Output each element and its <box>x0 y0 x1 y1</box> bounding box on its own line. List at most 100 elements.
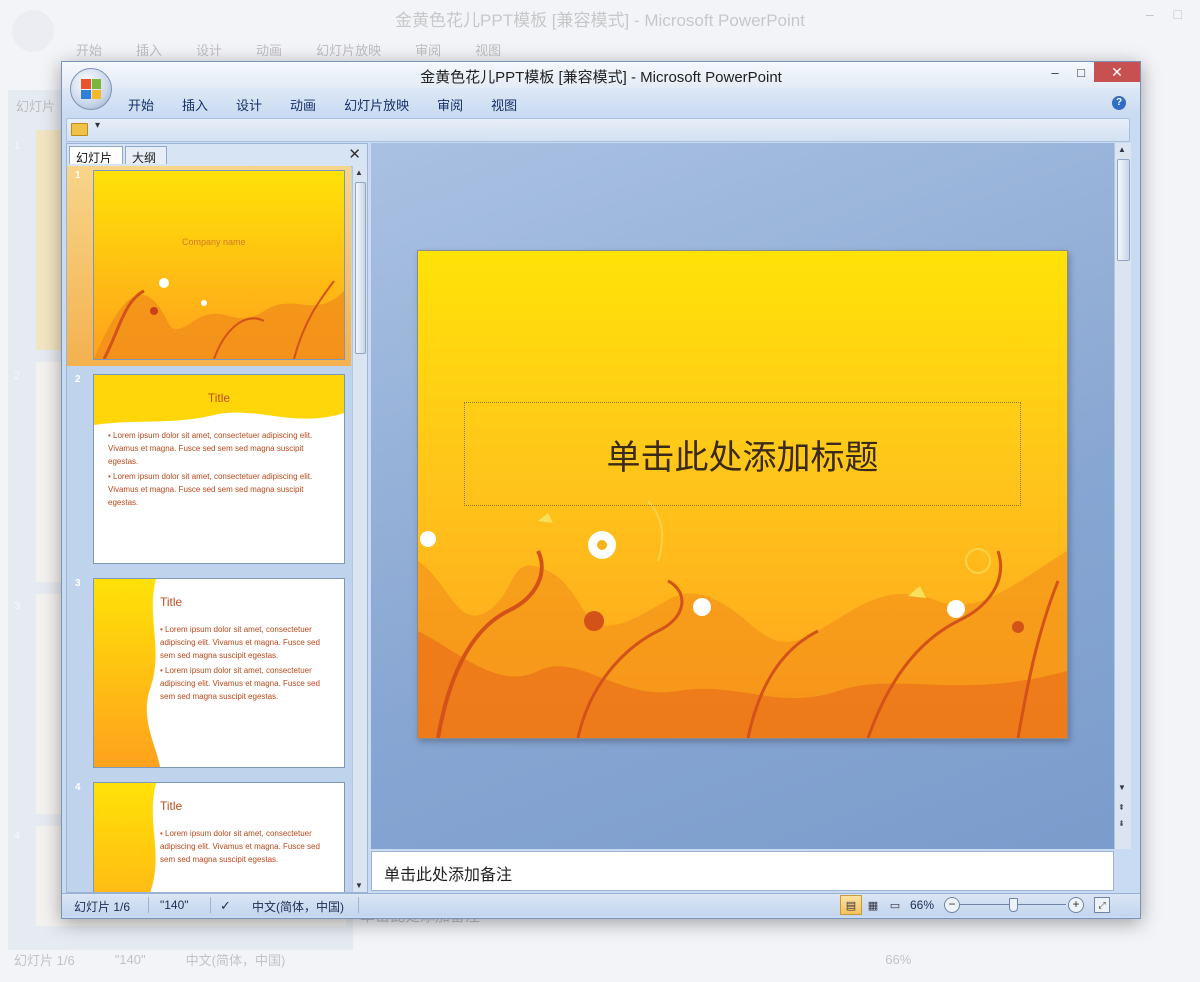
thumb-bullets: Lorem ipsum dolor sit amet, consectetuer… <box>160 827 330 866</box>
zoom-out-icon[interactable]: − <box>944 897 960 913</box>
slide-thumbnail[interactable]: Title Lorem ipsum dolor sit amet, consec… <box>93 374 345 564</box>
ribbon-tabs: 开始 插入 设计 动画 幻灯片放映 审阅 视图 ? <box>62 88 1140 116</box>
bg-slides-tab: 幻灯片 <box>16 99 56 114</box>
scrollbar-thumb[interactable] <box>355 182 366 354</box>
scroll-down-icon[interactable]: ▼ <box>355 881 363 890</box>
pane-tabs: 幻灯片 大纲 ✕ <box>67 144 367 167</box>
slides-pane: 幻灯片 大纲 ✕ 1 Company name 2 Title • Lorem … <box>66 143 368 893</box>
bg-menu-item: 幻灯片放映 <box>316 43 382 58</box>
tab-design[interactable]: 设计 <box>236 95 262 114</box>
tab-home[interactable]: 开始 <box>128 95 154 114</box>
fit-to-window-icon[interactable]: ⤢ <box>1094 897 1110 913</box>
status-bar: 幻灯片 1/6 "140" ✓ 中文(简体，中国) ▤ ▦ ▭ 66% − + … <box>62 893 1140 916</box>
slide-number: 1 <box>75 170 81 181</box>
thumb-side-band <box>94 783 156 892</box>
slide-thumbnail-row[interactable]: 2 Title Lorem ipsum dolor sit amet, cons… <box>67 370 351 570</box>
title-placeholder[interactable]: 单击此处添加标题 <box>464 402 1021 506</box>
status-divider <box>210 897 211 913</box>
minimize-button[interactable]: – <box>1042 62 1068 82</box>
slide-thumbnail[interactable]: Title Lorem ipsum dolor sit amet, consec… <box>93 782 345 892</box>
bg-menu: 开始 插入 设计 动画 幻灯片放映 审阅 视图 <box>76 40 501 59</box>
bg-office-logo <box>12 10 54 52</box>
bg-statusbar: 幻灯片 1/6 "140" 中文(简体，中国) 66% <box>0 946 1200 972</box>
bg-slide-number: 3 <box>14 600 21 612</box>
zoom-in-icon[interactable]: + <box>1068 897 1084 913</box>
office-button[interactable] <box>70 68 112 110</box>
thumb-floral-art <box>94 278 344 359</box>
open-folder-icon[interactable] <box>71 123 88 136</box>
tab-insert[interactable]: 插入 <box>182 95 208 114</box>
slide-thumbnail-row[interactable]: 4 Title Lorem ipsum dolor sit amet, cons… <box>67 778 351 892</box>
quick-access-toolbar: ▾ <box>66 118 1130 142</box>
current-slide[interactable]: 单击此处添加标题 <box>417 250 1068 739</box>
zoom-level[interactable]: 66% <box>910 898 934 912</box>
status-slide-info: 幻灯片 1/6 <box>74 900 131 914</box>
thumb-bullet: Lorem ipsum dolor sit amet, consectetuer… <box>108 470 330 509</box>
office-logo-icon <box>81 79 101 99</box>
scrollbar-thumb[interactable] <box>1117 159 1130 261</box>
view-buttons: ▤ ▦ ▭ <box>840 895 906 915</box>
tab-animation[interactable]: 动画 <box>290 95 316 114</box>
thumb-bullet: Lorem ipsum dolor sit amet, consectetuer… <box>160 623 330 662</box>
status-theme[interactable]: "140" <box>160 898 189 912</box>
tab-view[interactable]: 视图 <box>491 95 517 114</box>
window-title: 金黄色花儿PPT模板 [兼容模式] - Microsoft PowerPoint <box>420 69 782 86</box>
slides-pane-scrollbar[interactable]: ▲ ▼ <box>352 166 367 892</box>
bg-menu-item: 审阅 <box>415 43 442 58</box>
bg-status-language: 中文(简体，中国) <box>185 952 286 968</box>
slide-editing-area: 单击此处添加标题 <box>371 143 1114 849</box>
status-language[interactable]: 中文(简体，中国) <box>252 898 344 915</box>
bg-slide-number: 4 <box>14 830 21 842</box>
slideshow-view-icon[interactable]: ▭ <box>884 895 906 915</box>
tab-review[interactable]: 审阅 <box>437 95 463 114</box>
customize-toolbar-icon[interactable]: ▾ <box>95 120 100 131</box>
slide-sorter-icon[interactable]: ▦ <box>862 895 884 915</box>
powerpoint-window: 金黄色花儿PPT模板 [兼容模式] - Microsoft PowerPoint… <box>61 61 1141 919</box>
title-bar: 金黄色花儿PPT模板 [兼容模式] - Microsoft PowerPoint… <box>62 62 1140 88</box>
thumb-header-wave <box>94 375 344 425</box>
close-button[interactable]: ✕ <box>1094 62 1140 82</box>
zoom-slider-thumb[interactable] <box>1009 898 1018 912</box>
status-divider <box>358 897 359 913</box>
thumb-title: Title <box>160 595 183 609</box>
bg-menu-item: 开始 <box>76 43 103 58</box>
status-divider <box>148 897 149 913</box>
slide-number: 4 <box>75 782 81 793</box>
bg-menu-item: 插入 <box>136 43 163 58</box>
bg-status-zoom: 66% <box>885 951 912 967</box>
normal-view-icon[interactable]: ▤ <box>840 895 862 915</box>
thumb-bullet: Lorem ipsum dolor sit amet, consectetuer… <box>160 664 330 703</box>
tab-outline[interactable]: 大纲 <box>125 146 168 165</box>
bg-status-slide: 幻灯片 1/6 <box>14 952 75 968</box>
thumbnail-list: 1 Company name 2 Title • Lorem ipsum dol… <box>67 166 351 892</box>
thumb-bullet: Lorem ipsum dolor sit amet, consectetuer… <box>108 429 330 468</box>
tab-slideshow[interactable]: 幻灯片放映 <box>344 95 409 114</box>
maximize-button[interactable]: □ <box>1068 62 1094 82</box>
scroll-up-icon[interactable]: ▲ <box>1118 145 1126 154</box>
bg-slide-number: 1 <box>14 140 21 152</box>
tab-slides[interactable]: 幻灯片 <box>69 146 124 165</box>
thumb-title: Title <box>207 391 231 405</box>
thumb-bullet: Lorem ipsum dolor sit amet, consectetuer… <box>160 827 330 866</box>
thumb-bullets: Lorem ipsum dolor sit amet, consectetuer… <box>108 429 330 509</box>
thumb-bullets: Lorem ipsum dolor sit amet, consectetuer… <box>160 623 330 703</box>
bg-window-controls: – □ <box>1145 6 1182 22</box>
scroll-up-icon[interactable]: ▲ <box>355 168 363 177</box>
slide-thumbnail-row[interactable]: 3 Title Lorem ipsum dolor sit amet, cons… <box>67 574 351 774</box>
notes-placeholder: 单击此处添加备注 <box>384 867 513 884</box>
scroll-down-icon[interactable]: ▼ <box>1118 783 1126 792</box>
title-placeholder-text: 单击此处添加标题 <box>606 437 879 478</box>
slide-scrollbar[interactable]: ▲ ▼ ⇞ ⇟ <box>1114 143 1131 849</box>
bg-menu-item: 动画 <box>256 43 283 58</box>
slide-number: 2 <box>75 374 81 385</box>
notes-pane[interactable]: 单击此处添加备注 <box>371 851 1114 891</box>
slide-thumbnail-row[interactable]: 1 Company name <box>67 166 351 366</box>
next-slide-icon[interactable]: ⇟ <box>1118 819 1125 828</box>
slide-thumbnail[interactable]: Title Lorem ipsum dolor sit amet, consec… <box>93 578 345 768</box>
previous-slide-icon[interactable]: ⇞ <box>1118 803 1125 812</box>
pane-close-icon[interactable]: ✕ <box>348 145 361 163</box>
spellcheck-icon[interactable]: ✓ <box>220 898 231 914</box>
window-controls: – □ ✕ <box>1042 62 1140 82</box>
slide-thumbnail[interactable]: Company name <box>93 170 345 360</box>
help-icon[interactable]: ? <box>1112 96 1126 110</box>
